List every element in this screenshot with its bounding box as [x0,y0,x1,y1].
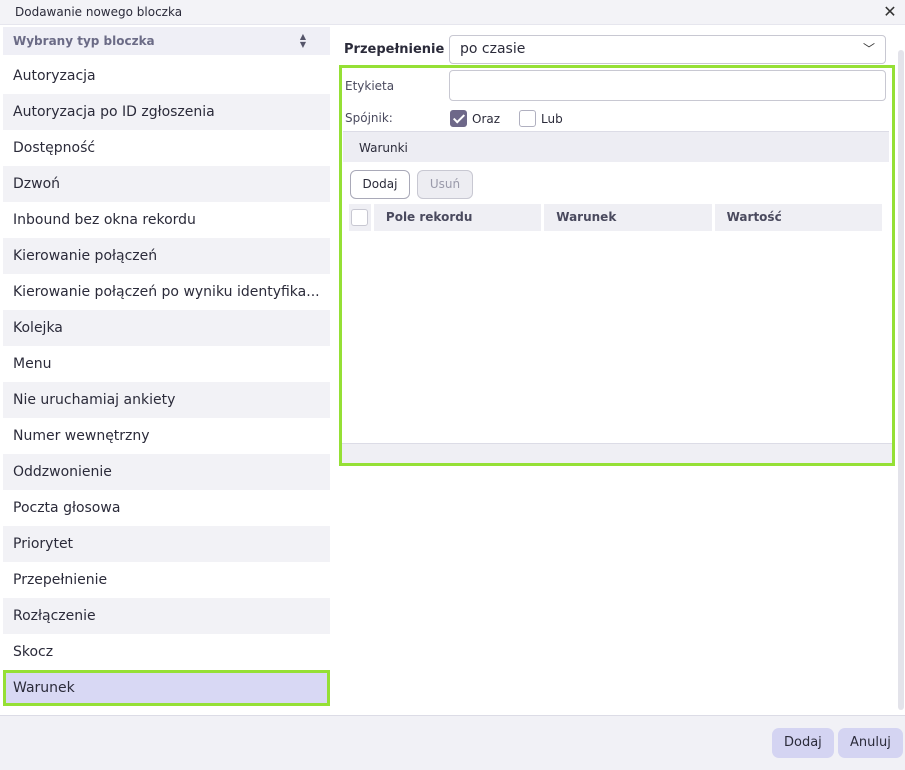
sort-icon[interactable]: ▲ ▼ [300,33,306,49]
conditions-table-header: Pole rekordu Warunek Wartość [349,204,882,231]
checkbox-unchecked-icon[interactable] [351,209,368,226]
cancel-button[interactable]: Anuluj [838,728,903,758]
add-button[interactable]: Dodaj [772,728,834,758]
sidebar-item[interactable]: Kolejka [3,310,330,346]
condition-box: Etykieta Spójnik: Oraz Lub Warunki Dodaj… [339,65,895,466]
dialog-titlebar: Dodawanie nowego bloczka ✕ [0,0,905,25]
sidebar-item[interactable]: Menu [3,346,330,382]
chevron-down-icon: ﹀ [862,42,875,56]
label-field-input[interactable] [449,70,886,101]
connector-and-label: Oraz [472,111,501,126]
label-field-label: Etykieta [345,79,395,93]
overflow-label: Przepełnienie [344,42,445,57]
sidebar-item[interactable]: Przepełnienie [3,562,330,598]
sidebar-item[interactable]: Inbound bez okna rekordu [3,202,330,238]
select-all-cell[interactable] [349,204,371,231]
column-header-value[interactable]: Wartość [714,204,882,231]
connector-or-checkbox[interactable]: Lub [519,110,563,127]
sidebar-item[interactable]: Dzwoń [3,166,330,202]
close-icon[interactable]: ✕ [881,2,899,22]
sidebar-item[interactable]: Nie uruchamiaj ankiety [3,382,330,418]
connector-and-checkbox[interactable]: Oraz [450,110,500,127]
conditions-table-footer [342,443,892,463]
sidebar-item[interactable]: Autoryzacja po ID zgłoszenia [3,94,330,130]
dialog-footer: Dodaj Anuluj [0,715,905,770]
sidebar-item[interactable]: Priorytet [3,526,330,562]
sidebar-item[interactable]: Poczta głosowa [3,490,330,526]
checkbox-unchecked-icon[interactable] [519,110,536,127]
connector-or-label: Lub [541,111,563,126]
remove-condition-button[interactable]: Usuń [417,170,473,199]
overflow-select[interactable]: po czasie ﹀ [449,35,886,64]
scrollbar-thumb[interactable] [898,50,904,710]
sidebar-item[interactable]: Skocz [3,634,330,670]
sidebar-item[interactable]: Autoryzacja [3,58,330,94]
conditions-section-header: Warunki [343,131,889,162]
column-header-condition[interactable]: Warunek [544,204,712,231]
sidebar-item[interactable]: Rozłączenie [3,598,330,634]
add-condition-button[interactable]: Dodaj [350,170,410,199]
vertical-scrollbar[interactable] [897,50,905,715]
block-type-sidebar: Wybrany typ bloczka ▲ ▼ Autoryzacja Autory… [0,25,335,715]
overflow-select-value: po czasie [460,41,526,57]
sidebar-header[interactable]: Wybrany typ bloczka ▲ ▼ [3,27,330,55]
sidebar-item[interactable]: Numer wewnętrzny [3,418,330,454]
conditions-title: Warunki [359,141,408,155]
block-settings-panel: Przepełnienie po czasie ﹀ Etykieta Spójn… [335,25,905,715]
connector-label: Spójnik: [345,111,393,125]
block-type-list: Autoryzacja Autoryzacja po ID zgłoszenia D… [3,58,330,706]
sidebar-item[interactable]: Kierowanie połączeń [3,238,330,274]
dialog-title: Dodawanie nowego bloczka [15,5,183,19]
sidebar-item[interactable]: Dostępność [3,130,330,166]
column-header-record-field[interactable]: Pole rekordu [373,204,542,231]
checkbox-checked-icon[interactable] [450,110,467,127]
sidebar-item[interactable]: Oddzwonienie [3,454,330,490]
sidebar-item[interactable]: Warunek [3,670,330,706]
sidebar-item[interactable]: Kierowanie połączeń po wyniku identyfika… [3,274,330,310]
sidebar-header-label: Wybrany typ bloczka [13,34,155,48]
